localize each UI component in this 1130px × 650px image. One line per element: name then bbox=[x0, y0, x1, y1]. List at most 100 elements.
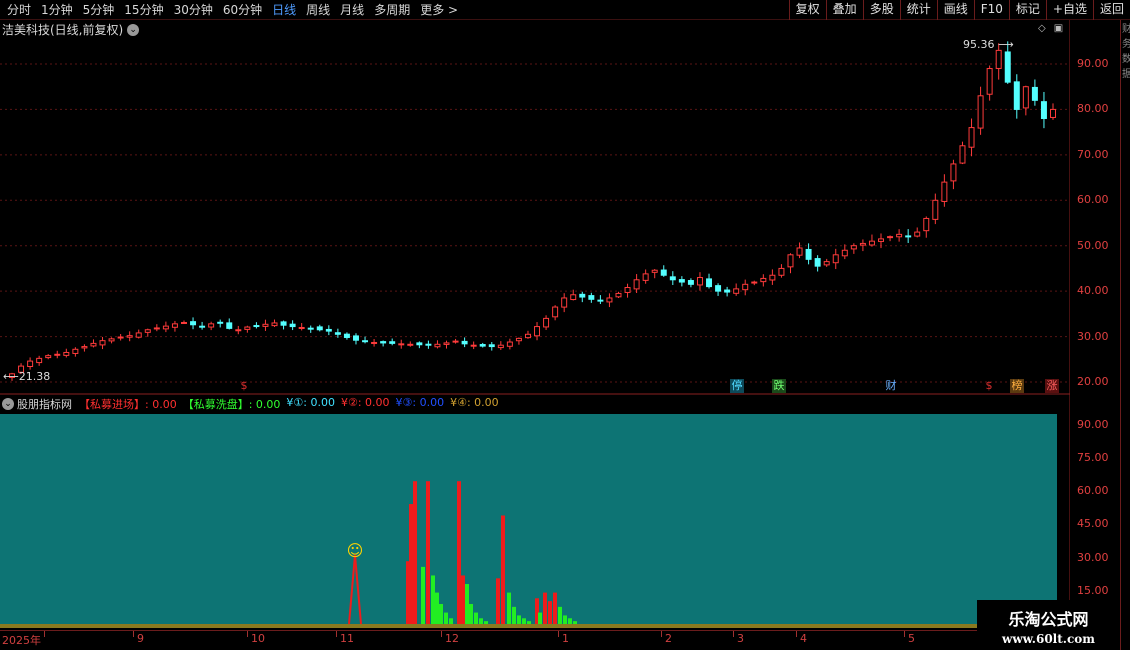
event-marker[interactable]: 跌 bbox=[772, 379, 786, 393]
indicator-value: 【私募洗盘】: 0.00 bbox=[182, 398, 281, 411]
time-tick bbox=[247, 631, 248, 637]
washout-bar bbox=[465, 584, 469, 624]
chart-title: 洁美科技(日线,前复权) ⌄ bbox=[2, 21, 140, 38]
candle-down bbox=[687, 280, 694, 285]
period-tab[interactable]: 更多 > bbox=[415, 0, 463, 20]
candle-up bbox=[733, 288, 740, 294]
window-icon[interactable]: ▣ bbox=[1054, 23, 1063, 34]
period-tab[interactable]: 月线 bbox=[335, 0, 369, 20]
candle-up bbox=[959, 145, 966, 164]
candle-down bbox=[669, 276, 676, 281]
candle-down bbox=[1004, 51, 1011, 83]
right-side-strip[interactable]: 财务数据 bbox=[1120, 20, 1130, 650]
candle-down bbox=[588, 295, 595, 300]
time-label: 3 bbox=[737, 632, 744, 645]
event-marker[interactable]: 财 bbox=[884, 379, 898, 393]
period-tab[interactable]: 日线 bbox=[267, 0, 301, 20]
candle-up bbox=[751, 281, 758, 284]
indicator-value: ¥③: 0.00 bbox=[395, 396, 445, 409]
washout-bar bbox=[573, 621, 577, 624]
event-marker[interactable]: 涨 bbox=[1045, 379, 1059, 393]
candle-down bbox=[190, 321, 197, 326]
indicator-header: ⌄ 股朋指标网 【私募进场】: 0.00 【私募洗盘】: 0.00 ¥①: 0.00… bbox=[2, 395, 499, 413]
y-tick-label: 15.00 bbox=[1077, 583, 1109, 597]
diamond-icon[interactable]: ◇ bbox=[1038, 23, 1046, 34]
period-tab[interactable]: 5分钟 bbox=[78, 0, 120, 20]
watermark: 乐淘公式网 www.60lt.com bbox=[977, 600, 1120, 650]
chevron-down-icon[interactable]: ⌄ bbox=[2, 398, 14, 410]
washout-bar bbox=[421, 566, 425, 624]
washout-bar bbox=[484, 621, 488, 624]
candle-up bbox=[126, 335, 133, 338]
tool-button[interactable]: 画线 bbox=[936, 0, 974, 20]
period-tab[interactable]: 分时 bbox=[2, 0, 36, 20]
time-tick bbox=[133, 631, 134, 637]
tool-button[interactable]: 返回 bbox=[1092, 0, 1130, 20]
washout-bar bbox=[563, 615, 567, 624]
candle-up bbox=[995, 49, 1002, 69]
candle-up bbox=[298, 326, 305, 329]
candle-up bbox=[1050, 108, 1056, 118]
indicator-name[interactable]: 股朋指标网 bbox=[17, 396, 72, 412]
high-price-label: 95.36 ⟶ bbox=[963, 38, 1014, 51]
y-tick-label: 40.00 bbox=[1077, 284, 1109, 298]
tool-button[interactable]: 多股 bbox=[862, 0, 900, 20]
candle-down bbox=[488, 344, 495, 348]
tool-button[interactable]: F10 bbox=[973, 0, 1009, 20]
candlestick-chart[interactable] bbox=[0, 20, 1070, 395]
candle-up bbox=[534, 326, 541, 337]
time-tick bbox=[441, 631, 442, 637]
tool-button[interactable]: 叠加 bbox=[825, 0, 863, 20]
washout-bar bbox=[469, 604, 473, 624]
candle-up bbox=[27, 360, 34, 368]
y-tick-label: 90.00 bbox=[1077, 417, 1109, 431]
chevron-down-icon[interactable]: ⌄ bbox=[127, 23, 140, 36]
candle-down bbox=[217, 321, 224, 324]
period-tab[interactable]: 30分钟 bbox=[169, 0, 218, 20]
event-marker[interactable]: 榜 bbox=[1010, 379, 1024, 393]
period-tab[interactable]: 1分钟 bbox=[36, 0, 78, 20]
y-tick-label: 30.00 bbox=[1077, 550, 1109, 564]
event-marker[interactable]: $ bbox=[237, 379, 251, 393]
entry-bar bbox=[461, 575, 465, 624]
period-tabs: 分时 1分钟 5分钟 15分钟 30分钟 60分钟 日线 周线 月线 多周期 更多 > bbox=[2, 0, 463, 20]
time-label: 2025年 bbox=[2, 634, 41, 647]
indicator-chart[interactable]: ☺ bbox=[0, 395, 1070, 630]
candle-up bbox=[515, 337, 522, 342]
candle-down bbox=[814, 258, 821, 267]
tool-button[interactable]: +自选 bbox=[1045, 0, 1093, 20]
candle-up bbox=[868, 240, 875, 246]
time-label: 12 bbox=[445, 632, 459, 645]
candle-up bbox=[63, 351, 70, 356]
period-tab[interactable]: 15分钟 bbox=[119, 0, 168, 20]
event-marker[interactable]: 停 bbox=[730, 379, 744, 393]
chart-corner-icons: ◇ ▣ bbox=[1038, 23, 1063, 34]
entry-bar bbox=[501, 515, 505, 624]
y-tick-label: 30.00 bbox=[1077, 329, 1109, 343]
time-tick bbox=[558, 631, 559, 637]
period-tab[interactable]: 周线 bbox=[301, 0, 335, 20]
candle-down bbox=[1013, 81, 1020, 110]
candle-up bbox=[823, 261, 830, 266]
candle-up bbox=[452, 340, 459, 343]
tool-button[interactable]: 复权 bbox=[788, 0, 826, 20]
candle-down bbox=[1031, 86, 1038, 101]
period-tab[interactable]: 60分钟 bbox=[218, 0, 267, 20]
tool-button[interactable]: 统计 bbox=[899, 0, 937, 20]
time-tick bbox=[336, 631, 337, 637]
entry-bar bbox=[457, 481, 461, 624]
candle-up bbox=[497, 344, 504, 349]
candle-down bbox=[461, 340, 468, 345]
candle-up bbox=[144, 329, 151, 333]
top-toolbar: 分时 1分钟 5分钟 15分钟 30分钟 60分钟 日线 周线 月线 多周期 更多 > 复权 叠加 多股… bbox=[0, 0, 1130, 20]
entry-bar bbox=[409, 504, 413, 624]
event-marker[interactable]: $ bbox=[982, 379, 996, 393]
candle-up bbox=[606, 297, 613, 303]
candle-up bbox=[398, 343, 405, 346]
tool-button[interactable]: 标记 bbox=[1008, 0, 1046, 20]
period-tab[interactable]: 多周期 bbox=[369, 0, 415, 20]
candle-up bbox=[153, 327, 160, 330]
candle-up bbox=[841, 249, 848, 257]
arrow-icon: ⟵ bbox=[3, 370, 19, 383]
indicator-value: ¥④: 0.00 bbox=[450, 396, 499, 409]
